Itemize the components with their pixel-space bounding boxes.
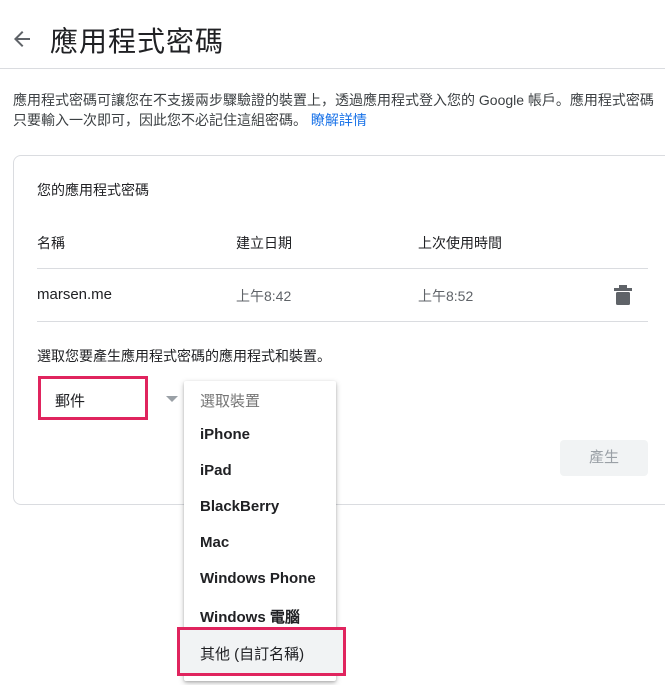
header-divider bbox=[37, 268, 648, 269]
column-header-created: 建立日期 bbox=[236, 235, 292, 251]
description-line-1: 應用程式密碼可讓您在不支援兩步驟驗證的裝置上，透過應用程式登入您的 Google… bbox=[13, 92, 654, 108]
generate-button[interactable]: 產生 bbox=[560, 440, 648, 476]
device-option-label: Windows 電腦 bbox=[200, 609, 300, 626]
password-last-used: 上午8:52 bbox=[418, 288, 474, 304]
chevron-down-icon[interactable] bbox=[166, 396, 178, 402]
device-option-iphone[interactable]: iPhone bbox=[184, 417, 336, 453]
device-option-windows-phone[interactable]: Windows Phone bbox=[184, 561, 336, 597]
device-option-other[interactable]: 其他 (自訂名稱) bbox=[177, 627, 346, 676]
password-created: 上午8:42 bbox=[236, 288, 292, 304]
device-option-label: BlackBerry bbox=[200, 498, 280, 515]
device-option-label: iPhone bbox=[200, 426, 251, 443]
generate-prompt: 選取您要產生應用程式密碼的應用程式和裝置。 bbox=[37, 348, 331, 364]
page-title: 應用程式密碼 bbox=[50, 26, 225, 57]
description-line-2-text: 只要輸入一次即可，因此您不必記住這組密碼。 bbox=[13, 112, 307, 128]
device-option-label: Mac bbox=[200, 534, 230, 551]
learn-more-link[interactable]: 瞭解詳情 bbox=[311, 112, 367, 128]
password-name: marsen.me bbox=[37, 286, 113, 303]
device-menu-placeholder: 選取裝置 bbox=[184, 381, 336, 417]
device-option-other-label: 其他 (自訂名稱) bbox=[200, 646, 305, 663]
description-line-2: 只要輸入一次即可，因此您不必記住這組密碼。 瞭解詳情 bbox=[13, 110, 665, 130]
description: 應用程式密碼可讓您在不支援兩步驟驗證的裝置上，透過應用程式登入您的 Google… bbox=[13, 90, 665, 130]
card-heading: 您的應用程式密碼 bbox=[37, 182, 149, 198]
device-option-label: iPad bbox=[200, 462, 232, 479]
trash-icon[interactable] bbox=[614, 285, 632, 305]
app-select-value: 郵件 bbox=[55, 393, 86, 410]
app-select[interactable]: 郵件 bbox=[38, 376, 148, 420]
column-header-last-used: 上次使用時間 bbox=[418, 235, 502, 251]
column-header-name: 名稱 bbox=[37, 235, 65, 251]
arrow-back-icon[interactable] bbox=[10, 27, 34, 51]
row-divider bbox=[37, 321, 648, 322]
device-placeholder-label: 選取裝置 bbox=[200, 393, 261, 410]
device-option-blackberry[interactable]: BlackBerry bbox=[184, 489, 336, 525]
device-option-mac[interactable]: Mac bbox=[184, 525, 336, 561]
top-bar: 應用程式密碼 bbox=[0, 0, 665, 69]
device-option-ipad[interactable]: iPad bbox=[184, 453, 336, 489]
device-option-label: Windows Phone bbox=[200, 570, 316, 587]
